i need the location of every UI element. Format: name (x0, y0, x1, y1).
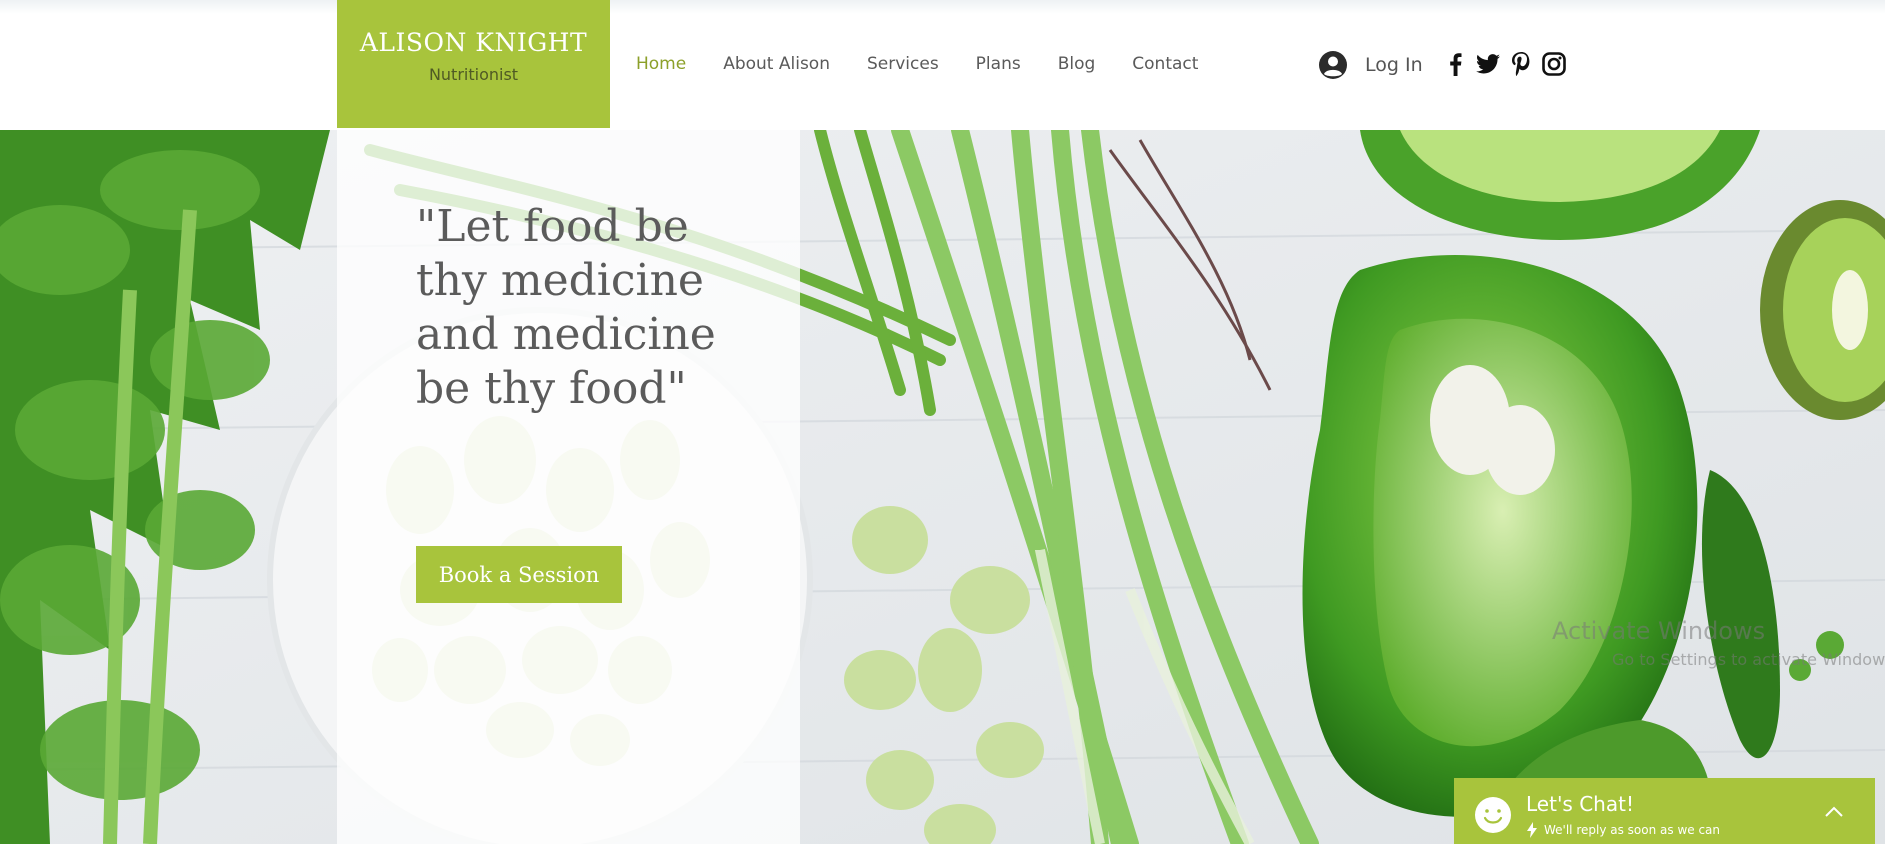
book-session-button[interactable]: Book a Session (416, 546, 622, 603)
chat-subtitle-row: We'll reply as soon as we can (1526, 822, 1720, 838)
pinterest-icon[interactable] (1509, 52, 1533, 76)
site-header: ALISON KNIGHT Nutritionist Home About Al… (0, 0, 1885, 130)
hero-quote: "Let food be thy medicine and medicine b… (416, 201, 716, 414)
facebook-icon[interactable] (1443, 52, 1467, 76)
os-activation-title: Activate Windows (1552, 617, 1766, 645)
chat-title: Let's Chat! (1526, 792, 1634, 816)
nav-item-blog[interactable]: Blog (1058, 54, 1096, 76)
hero-background-image (0, 130, 1885, 844)
lightning-icon (1527, 822, 1537, 838)
brand-block[interactable]: ALISON KNIGHT Nutritionist (337, 0, 610, 128)
chevron-up-icon[interactable] (1824, 804, 1844, 818)
nav-item-about-alison[interactable]: About Alison (723, 54, 830, 76)
nav-item-services[interactable]: Services (867, 54, 939, 76)
chat-subtitle: We'll reply as soon as we can (1544, 823, 1721, 837)
login-label[interactable]: Log In (1365, 54, 1423, 76)
smiley-icon (1475, 797, 1511, 833)
twitter-icon[interactable] (1476, 52, 1500, 76)
header-top-shadow (0, 0, 1885, 14)
nav-item-home[interactable]: Home (636, 54, 686, 76)
instagram-icon[interactable] (1542, 52, 1566, 76)
chat-widget[interactable]: Let's Chat! We'll reply as soon as we ca… (1454, 778, 1875, 844)
login-button[interactable]: Log In (1318, 50, 1423, 80)
user-avatar-icon (1319, 51, 1347, 79)
nav-item-plans[interactable]: Plans (976, 54, 1021, 76)
main-nav: Home About Alison Services Plans Blog Co… (636, 54, 1235, 76)
brand-tagline: Nutritionist (428, 65, 519, 84)
hero-section (0, 130, 1885, 844)
brand-name[interactable]: ALISON KNIGHT (337, 28, 610, 57)
nav-item-contact[interactable]: Contact (1132, 54, 1198, 76)
os-activation-subtitle: Go to Settings to activate Windows. (1612, 650, 1885, 669)
social-links (1443, 52, 1566, 76)
